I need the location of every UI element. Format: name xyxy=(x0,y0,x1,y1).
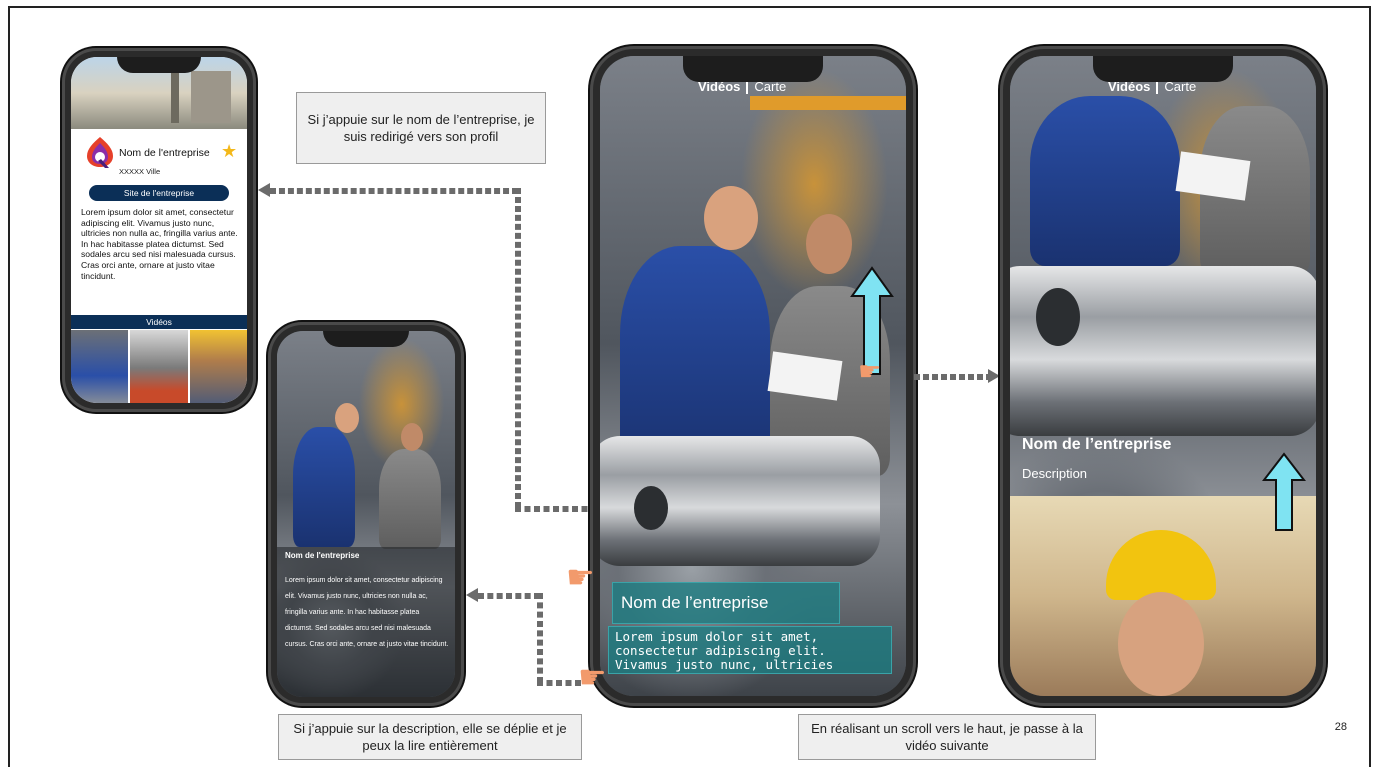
star-icon[interactable]: ★ xyxy=(221,141,237,162)
connector-description-bottom xyxy=(537,680,581,686)
expanded-description[interactable]: Lorem ipsum dolor sit amet, consectetur … xyxy=(285,573,449,653)
callout-profile: Si j’appuie sur le nom de l’entreprise, … xyxy=(296,92,546,164)
worker-head xyxy=(806,214,852,274)
video-thumb[interactable] xyxy=(130,330,188,403)
main-description[interactable]: Lorem ipsum dolor sit amet, consectetur … xyxy=(608,626,892,674)
connector-profile-bottom xyxy=(515,506,597,512)
connector-description-vertical xyxy=(537,593,543,683)
video-thumb[interactable] xyxy=(71,330,129,403)
slide: Nom de l'entreprise ★ XXXXX Ville Site d… xyxy=(8,6,1371,767)
cylinder-hole xyxy=(1036,288,1080,346)
hand-pointer-icon: ☛ xyxy=(858,356,882,386)
next-phone: Vidéos Carte Nom de l’entreprise Descrip… xyxy=(1000,46,1326,706)
worker-head xyxy=(1118,592,1204,696)
page-number: 28 xyxy=(1334,721,1347,733)
profile-description: Lorem ipsum dolor sit amet, consectetur … xyxy=(81,207,238,281)
arrowhead-description xyxy=(466,588,478,602)
worker-figure xyxy=(379,449,441,549)
connector-scroll xyxy=(914,374,992,380)
arrowhead-scroll xyxy=(988,369,1000,383)
hand-pointer-icon: ☛ xyxy=(578,659,607,695)
worker-head xyxy=(704,186,758,250)
connector-description xyxy=(478,593,540,599)
company-logo-icon[interactable] xyxy=(85,135,115,169)
video-thumb[interactable] xyxy=(189,330,247,403)
worker-figure xyxy=(293,427,355,547)
cylinder-hole xyxy=(634,486,668,530)
hard-hat xyxy=(1106,530,1216,600)
worker-head xyxy=(401,423,423,451)
expanded-company-name[interactable]: Nom de l'entreprise xyxy=(285,551,359,560)
videos-bar[interactable]: Vidéos xyxy=(71,315,247,329)
video-thumbnails[interactable] xyxy=(71,330,247,403)
arrowhead-profile xyxy=(258,183,270,197)
expanded-phone: Nom de l'entreprise Lorem ipsum dolor si… xyxy=(268,322,464,706)
site-button[interactable]: Site de l'entreprise xyxy=(89,185,229,201)
main-phone: Vidéos Carte ☛ Nom de l’entreprise Lorem… xyxy=(590,46,916,706)
profile-phone: Nom de l'entreprise ★ XXXXX Ville Site d… xyxy=(62,48,256,412)
callout-description: Si j’appuie sur la description, elle se … xyxy=(278,714,582,760)
connector-profile-vertical xyxy=(515,188,521,508)
next-company-name[interactable]: Nom de l’entreprise xyxy=(1022,436,1171,454)
crane-beam xyxy=(750,96,906,110)
hand-pointer-icon: ☛ xyxy=(566,559,595,595)
profile-city: XXXXX Ville xyxy=(119,167,161,176)
main-company-name[interactable]: Nom de l’entreprise xyxy=(612,582,840,624)
worker-figure xyxy=(620,246,770,466)
worker-figure xyxy=(1030,96,1180,266)
callout-scroll: En réalisant un scroll vers le haut, je … xyxy=(798,714,1096,760)
worker-head xyxy=(335,403,359,433)
profile-company-name[interactable]: Nom de l'entreprise xyxy=(119,147,210,159)
next-description[interactable]: Description xyxy=(1022,466,1087,481)
connector-profile xyxy=(270,188,518,194)
up-arrow-icon xyxy=(1262,452,1306,531)
